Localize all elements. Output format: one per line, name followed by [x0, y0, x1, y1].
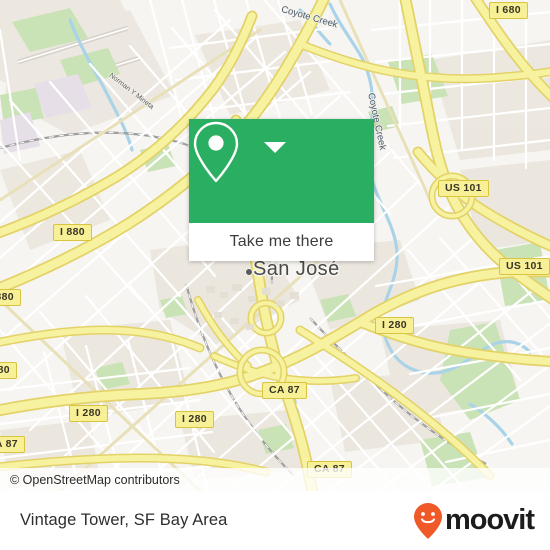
moovit-logo[interactable]: moovit: [413, 502, 535, 540]
location-pin-icon: [193, 121, 239, 183]
callout-pointer-tail: [264, 142, 286, 153]
moovit-wordmark: moovit: [444, 504, 535, 536]
city-label-san-jose: San José: [253, 258, 340, 280]
moovit-pin-smile-icon: [413, 502, 442, 539]
shield-i-680: I 680: [489, 2, 528, 19]
take-me-there-callout[interactable]: Take me there: [189, 119, 374, 261]
osm-attribution-text: © OpenStreetMap contributors: [10, 472, 180, 487]
map-canvas[interactable]: San José Coyote Creek Coyote Creek Norma…: [0, 0, 550, 491]
shield-us-101-north: US 101: [438, 180, 489, 197]
shield-ca-87-north: CA 87: [262, 382, 307, 399]
osm-attribution-bar: © OpenStreetMap contributors: [0, 468, 550, 491]
shield-i-280-mid: I 280: [175, 411, 214, 428]
take-me-there-label: Take me there: [229, 233, 334, 250]
shield-i-880-center: I 880: [53, 224, 92, 241]
city-marker-dot: [245, 268, 253, 276]
shield-us-101-south: US 101: [499, 258, 550, 275]
shield-ca-87-edge: CA 87: [0, 436, 25, 453]
map-screenshot: San José Coyote Creek Coyote Creek Norma…: [0, 0, 550, 550]
shield-i-280-west: I 280: [69, 405, 108, 422]
callout-icon-area: [189, 119, 374, 223]
shield-i-280-edge: I 280: [0, 362, 17, 379]
location-title: Vintage Tower, SF Bay Area: [20, 511, 228, 529]
footer-bar: Vintage Tower, SF Bay Area moovit: [0, 491, 550, 550]
shield-i-280-east: I 280: [375, 317, 414, 334]
take-me-there-button[interactable]: Take me there: [189, 223, 374, 261]
shield-i-880-edge: I 880: [0, 289, 21, 306]
